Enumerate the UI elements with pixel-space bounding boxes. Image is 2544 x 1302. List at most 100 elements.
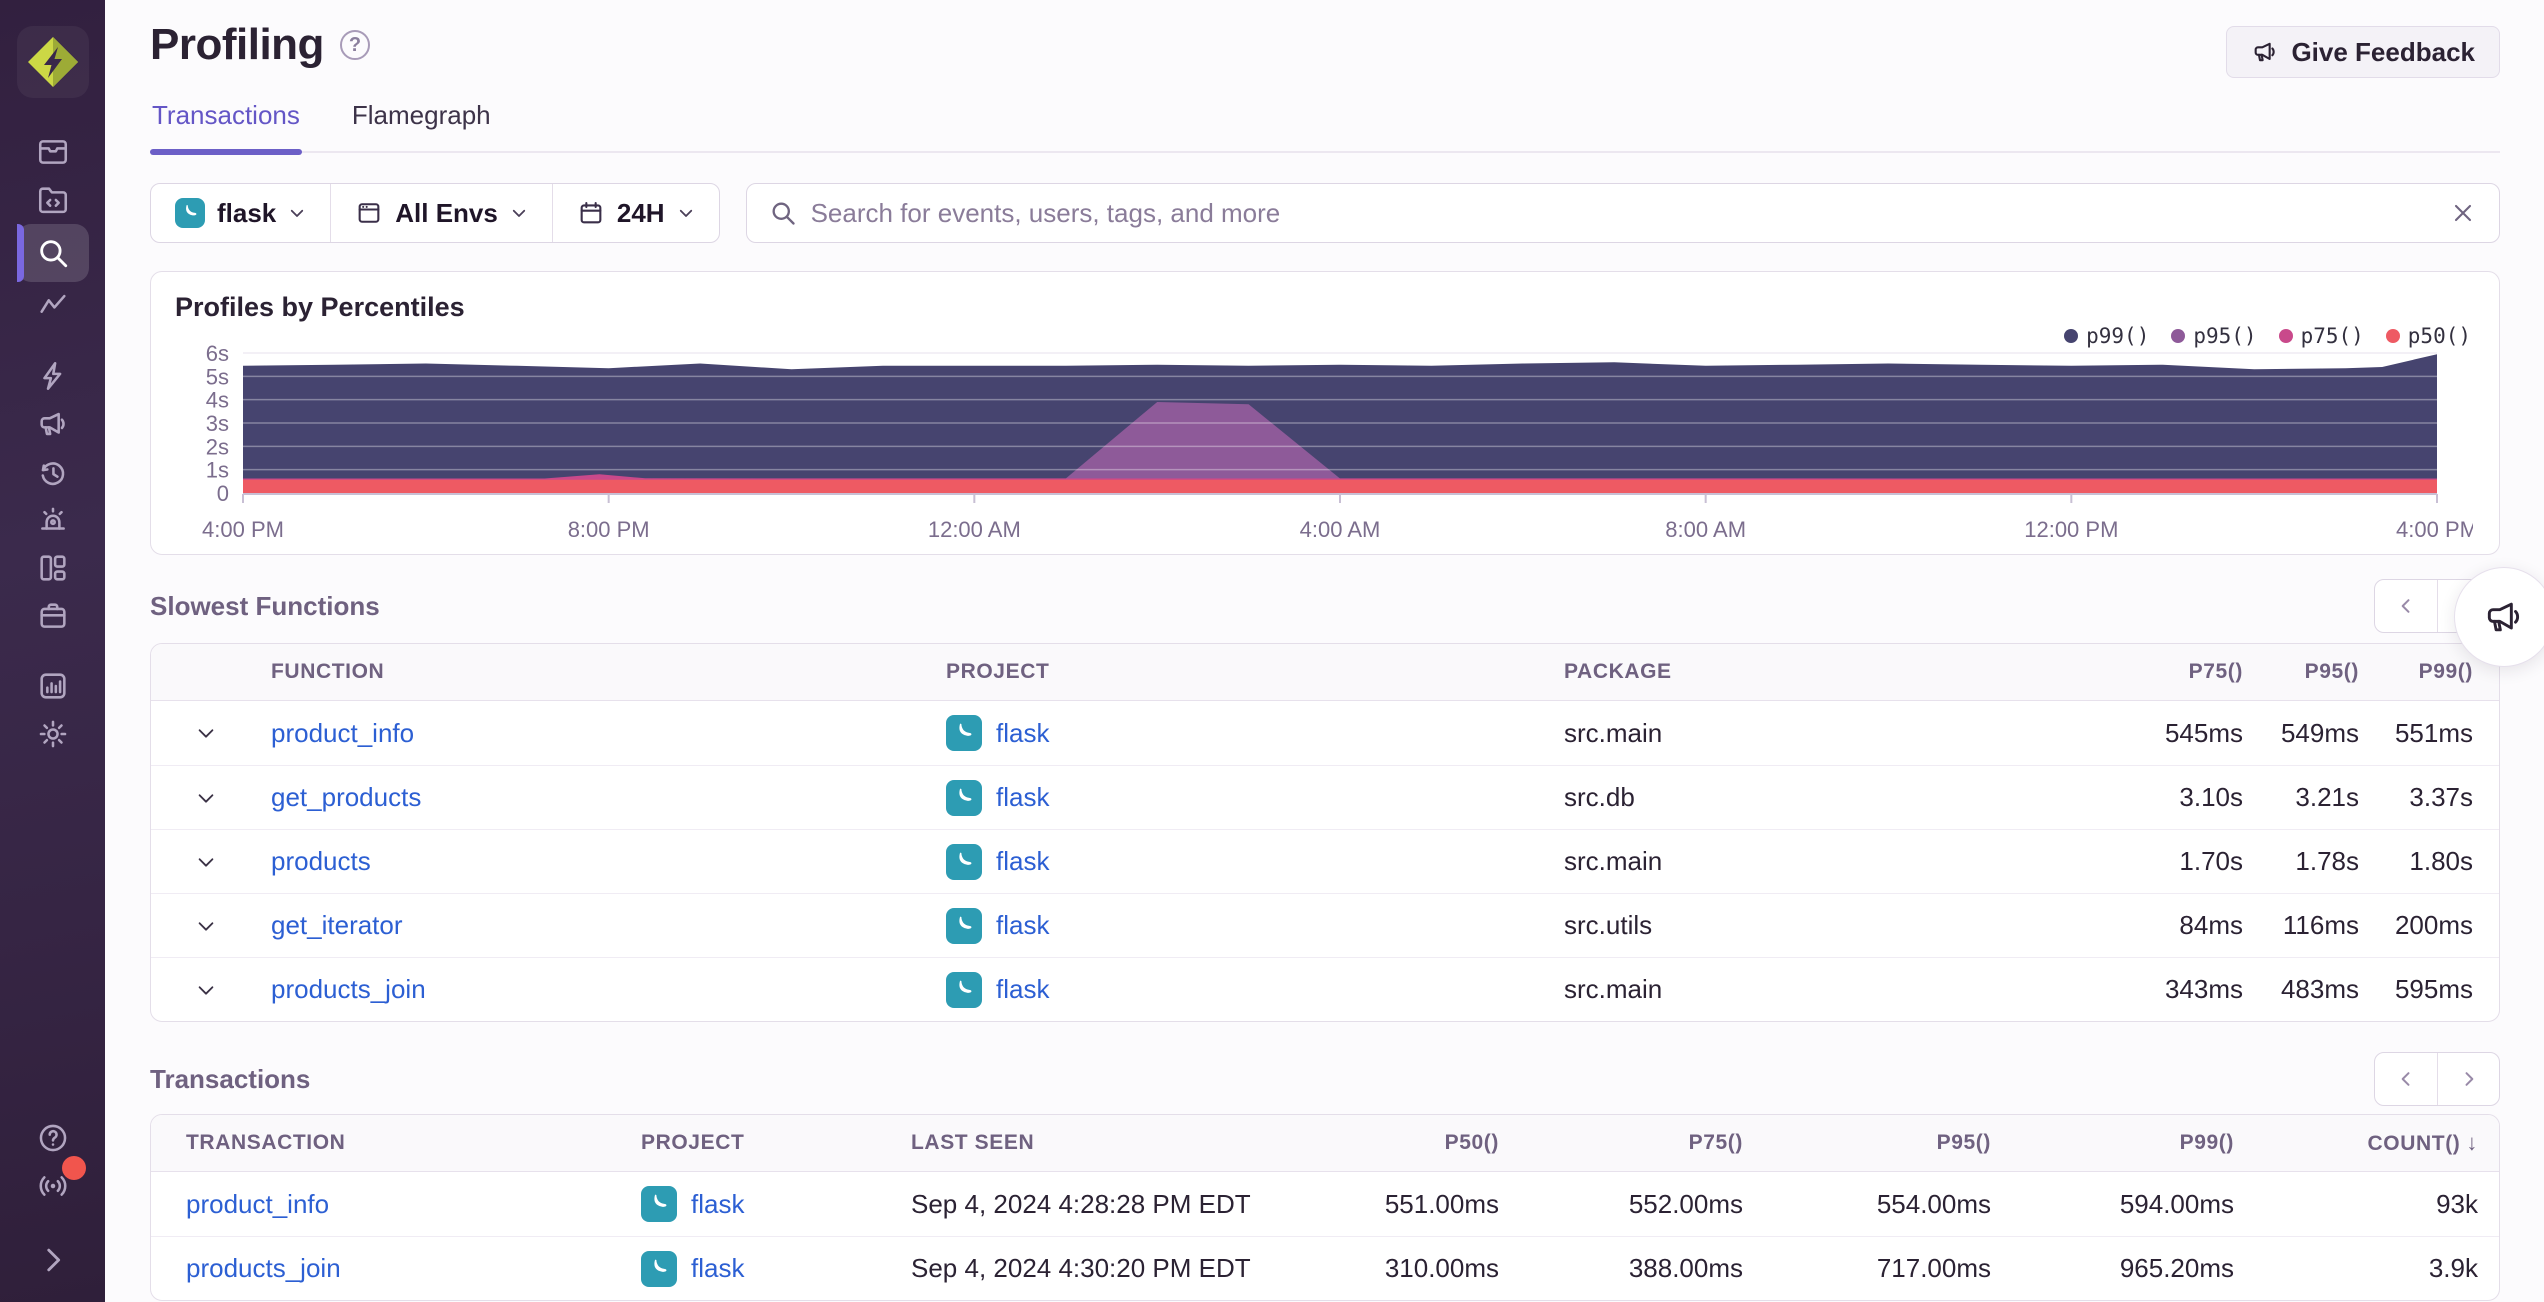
function-link[interactable]: products (261, 846, 936, 877)
environment-filter[interactable]: All Envs (330, 184, 552, 242)
legend-item-p95[interactable]: p95() (2171, 324, 2257, 348)
project-filter[interactable]: flask (151, 184, 330, 242)
table-row: products flask src.main 1.70s 1.78s 1.80… (151, 829, 2499, 893)
col-p95[interactable]: P95() (1743, 1131, 1991, 1155)
p50-cell: 310.00ms (1384, 1253, 1499, 1283)
give-feedback-button[interactable]: Give Feedback (2226, 26, 2500, 78)
package-cell: src.main (1564, 717, 1663, 748)
chevron-down-icon (291, 209, 304, 217)
col-p50[interactable]: P50() (1251, 1131, 1499, 1155)
sidebar-item-settings[interactable] (17, 710, 89, 758)
sidebar-item-metrics[interactable] (17, 282, 89, 330)
project-link[interactable]: flask (996, 910, 1049, 941)
help-icon (39, 1124, 66, 1152)
function-link[interactable]: product_info (261, 718, 936, 749)
count-cell: 93k (2436, 1188, 2478, 1219)
p75-cell: 84ms (2179, 910, 2243, 940)
flask-project-icon (946, 971, 982, 1008)
legend-item-p75[interactable]: p75() (2278, 324, 2364, 348)
code-folder-icon (38, 187, 67, 214)
last-seen-cell: Sep 4, 2024 4:30:20 PM EDT (911, 1253, 1251, 1283)
transaction-link[interactable]: product_info (151, 1189, 606, 1220)
sidebar-item-alerts[interactable] (17, 496, 89, 544)
legend-label: p75() (2300, 324, 2364, 348)
prev-page-button[interactable] (2375, 580, 2437, 632)
next-page-button[interactable] (2437, 1053, 2499, 1105)
legend-item-p99[interactable]: p99() (2064, 324, 2149, 348)
col-p95[interactable]: P95() (2243, 660, 2359, 684)
close-icon (2454, 204, 2472, 222)
percentiles-chart-panel: Profiles by Percentiles p99() p95() p75() p… (150, 271, 2500, 555)
expand-row-button[interactable] (151, 722, 261, 744)
sidebar-item-archive[interactable] (17, 592, 89, 640)
function-link[interactable]: get_iterator (261, 910, 936, 941)
flask-project-icon (946, 779, 982, 816)
count-cell: 3.9k (2428, 1253, 2478, 1283)
function-link[interactable]: get_products (261, 782, 936, 813)
p75-cell: 545ms (2164, 717, 2243, 748)
col-p75[interactable]: P75() (2051, 660, 2243, 684)
tab-transactions[interactable]: Transactions (150, 92, 302, 155)
date-range-filter[interactable]: 24H (551, 184, 719, 242)
legend-label: p95() (2193, 324, 2257, 348)
megaphone-icon (2255, 42, 2276, 62)
chevron-left-icon (2401, 599, 2410, 613)
legend-dot (2171, 329, 2186, 343)
p75-cell: 3.10s (2179, 782, 2243, 812)
svg-text:4:00 PM: 4:00 PM (2396, 517, 2473, 542)
table-row: product_info flask Sep 4, 2024 4:28:28 P… (151, 1172, 2499, 1236)
page-filter-bar: flask All Envs 24H (150, 183, 720, 243)
sidebar-item-stats[interactable] (17, 662, 89, 710)
sidebar-item-lightning[interactable] (17, 352, 89, 400)
expand-row-button[interactable] (151, 915, 261, 937)
clear-search-button[interactable] (2449, 199, 2477, 227)
prev-page-button[interactable] (2375, 1053, 2437, 1105)
svg-text:4s: 4s (206, 388, 229, 413)
environment-filter-label: All Envs (395, 197, 498, 228)
p50-cell: 551.00ms (1384, 1188, 1499, 1219)
legend-item-p50[interactable]: p50() (2385, 324, 2471, 348)
flask-project-icon (175, 198, 205, 228)
sidebar (0, 0, 105, 1302)
tab-flamegraph[interactable]: Flamegraph (350, 92, 493, 151)
project-link[interactable]: flask (996, 718, 1049, 749)
col-p75[interactable]: P75() (1499, 1131, 1743, 1155)
legend-label: p99() (2086, 324, 2150, 348)
search-input[interactable] (810, 197, 2435, 229)
page-help-icon[interactable]: ? (339, 30, 370, 60)
col-project: PROJECT (946, 660, 1050, 683)
project-link[interactable]: flask (996, 782, 1049, 813)
sidebar-item-explore[interactable] (16, 224, 89, 282)
function-link[interactable]: products_join (261, 974, 936, 1005)
sidebar-item-broadcast[interactable] (17, 1156, 89, 1210)
expand-row-button[interactable] (151, 851, 261, 873)
p99-cell: 3.37s (2409, 782, 2473, 812)
transaction-link[interactable]: products_join (151, 1253, 606, 1284)
project-link[interactable]: flask (691, 1253, 744, 1284)
sidebar-item-history[interactable] (17, 448, 89, 496)
svg-text:8:00 PM: 8:00 PM (568, 517, 650, 542)
sidebar-item-help[interactable] (17, 1114, 89, 1162)
sidebar-item-whats-new[interactable] (17, 400, 89, 448)
calendar-icon (580, 202, 602, 224)
col-p99[interactable]: P99() (1991, 1131, 2234, 1155)
expand-row-button[interactable] (151, 787, 261, 809)
sidebar-expand-button[interactable] (17, 1236, 89, 1284)
col-last-seen[interactable]: LAST SEEN (876, 1131, 1251, 1155)
sidebar-item-projects[interactable] (17, 176, 89, 224)
floating-feedback-button[interactable] (2454, 567, 2544, 667)
sidebar-item-dashboards[interactable] (17, 544, 89, 592)
project-link[interactable]: flask (996, 846, 1049, 877)
flask-project-icon (946, 715, 982, 751)
expand-row-button[interactable] (151, 979, 261, 1001)
table-row: get_products flask src.db 3.10s 3.21s 3.… (151, 765, 2499, 829)
col-count[interactable]: COUNT() ↓ (2234, 1130, 2478, 1156)
app-logo[interactable] (16, 26, 89, 98)
tab-bar: Transactions Flamegraph (150, 92, 2500, 155)
project-link[interactable]: flask (996, 974, 1049, 1005)
svg-text:0: 0 (217, 481, 229, 506)
chevron-down-icon (198, 985, 214, 995)
project-link[interactable]: flask (691, 1189, 744, 1220)
col-p99[interactable]: P99() (2359, 660, 2473, 684)
sidebar-item-issues[interactable] (17, 128, 89, 176)
